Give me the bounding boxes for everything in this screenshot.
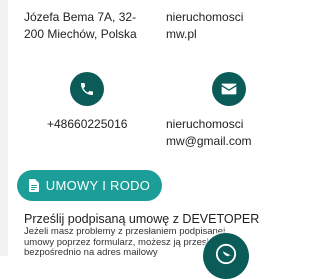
address-line-2: 200 Miechów, Polska	[24, 27, 137, 41]
contracts-rodo-button[interactable]: UMOWY I RODO	[17, 170, 162, 201]
contracts-rodo-label: UMOWY I RODO	[45, 178, 151, 193]
side-divider	[0, 0, 8, 256]
file-icon	[28, 179, 39, 192]
chat-icon[interactable]	[203, 233, 249, 279]
contact-address: Józefa Bema 7A, 32- 200 Miechów, Polska	[24, 9, 142, 43]
address-line-1: Józefa Bema 7A, 32-	[24, 10, 137, 24]
website-link[interactable]: nieruchomoscimw.pl	[166, 9, 252, 43]
envelope-icon[interactable]	[212, 72, 246, 106]
upload-section-title: Prześlij podpisaną umowę z DEVETOPER	[24, 212, 260, 226]
phone-number[interactable]: +48660225016	[47, 116, 147, 133]
email-address[interactable]: nieruchomoscimw@gmail.com	[166, 116, 252, 150]
phone-icon[interactable]	[70, 72, 104, 106]
contact-page: Józefa Bema 7A, 32- 200 Miechów, Polska …	[0, 0, 260, 279]
